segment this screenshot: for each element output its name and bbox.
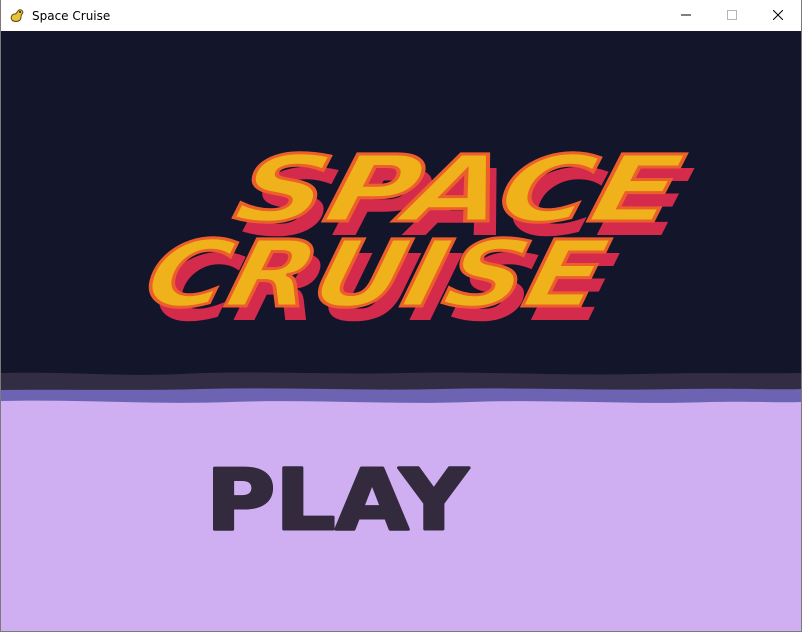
- title-bar[interactable]: Space Cruise: [1, 0, 801, 31]
- game-window: Space Cruise SPACE SPACE CRUISE CRUISE P…: [0, 0, 802, 632]
- window-title: Space Cruise: [32, 9, 111, 23]
- close-button[interactable]: [755, 0, 801, 31]
- game-canvas[interactable]: SPACE SPACE CRUISE CRUISE PLAY: [1, 31, 801, 631]
- minimize-icon: [681, 7, 691, 25]
- minimize-button[interactable]: [663, 0, 709, 31]
- play-label: PLAY: [206, 451, 469, 549]
- close-icon: [772, 7, 784, 25]
- logo-line-cruise: CRUISE: [135, 221, 617, 328]
- pygame-snake-icon: [9, 8, 25, 24]
- maximize-icon: [727, 7, 737, 25]
- play-button[interactable]: PLAY: [196, 446, 481, 551]
- maximize-button[interactable]: [709, 0, 755, 31]
